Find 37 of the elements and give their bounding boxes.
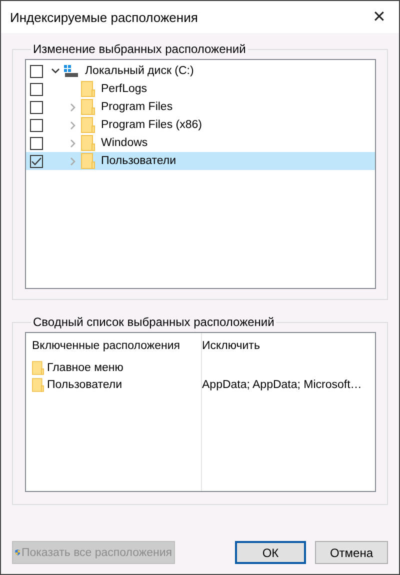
dialog-button[interactable]: ОК: [235, 541, 306, 564]
tree-item[interactable]: Program Files (x86): [26, 116, 375, 134]
checkbox[interactable]: [30, 118, 43, 132]
checkbox[interactable]: [30, 154, 43, 168]
folder-icon: [81, 135, 95, 151]
tree-item[interactable]: Пользователи: [26, 152, 375, 170]
folder-icon: [81, 81, 95, 97]
folder-icon: [32, 360, 44, 374]
checkbox[interactable]: [30, 82, 43, 96]
chevron-down-icon[interactable]: [50, 68, 60, 74]
folder-icon: [81, 117, 95, 133]
folder-icon: [32, 378, 44, 392]
dialog-button[interactable]: Отмена: [315, 541, 388, 564]
column-header[interactable]: Включенные расположения: [26, 340, 196, 352]
tree-label: Локальный диск (C:): [85, 65, 194, 77]
tree-item[interactable]: Локальный диск (C:): [26, 62, 375, 80]
location-name: Пользователи: [47, 378, 122, 390]
window-title: Индексируемые расположения: [10, 10, 198, 24]
group-title: Сводный список выбранных расположений: [32, 315, 276, 329]
folder-icon: [81, 99, 95, 115]
tree-item[interactable]: Program Files: [26, 98, 375, 116]
folder-icon: [81, 153, 95, 169]
tree-item[interactable]: PerfLogs: [26, 80, 375, 98]
group-title: Изменение выбранных расположений: [32, 42, 247, 56]
tree-label: Windows: [101, 137, 148, 149]
checkbox[interactable]: [30, 100, 43, 114]
tree-label: Program Files: [101, 101, 173, 113]
column-header[interactable]: Исключить: [196, 340, 375, 352]
drive-icon: [63, 64, 79, 78]
tree-label: Пользователи: [101, 155, 176, 167]
checkbox[interactable]: [30, 64, 43, 78]
checkbox[interactable]: [30, 136, 43, 150]
tree-label: PerfLogs: [101, 83, 148, 95]
tree-item[interactable]: Windows: [26, 134, 375, 152]
excluded-folders: AppData; AppData; Microsoft…: [202, 378, 362, 390]
tree-label: Program Files (x86): [101, 119, 202, 131]
location-name: Главное меню: [47, 362, 124, 374]
